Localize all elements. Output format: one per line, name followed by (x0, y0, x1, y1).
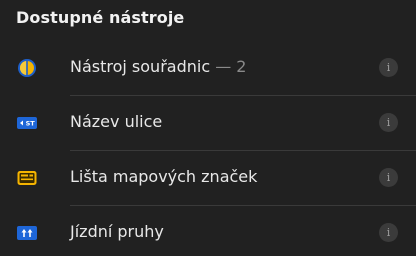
map-marker-bar-icon (17, 168, 37, 188)
tool-name: Nástroj souřadnic (70, 57, 211, 76)
tool-row-street-name[interactable]: ST Název ulice i (0, 95, 416, 150)
tool-list: Nástroj souřadnic — 2 i ST Název ulice i (0, 40, 416, 256)
coordinates-icon (17, 58, 37, 78)
street-name-icon: ST (17, 113, 37, 133)
tool-row-map-markers[interactable]: Lišta mapových značek i (0, 150, 416, 205)
tool-row-lanes[interactable]: Jízdní pruhy i (0, 205, 416, 256)
tool-label-coordinates: Nástroj souřadnic — 2 (70, 57, 246, 76)
available-tools-panel: Dostupné nástroje Nástroj souřadnic — 2 … (0, 0, 416, 256)
info-icon[interactable]: i (379, 113, 398, 132)
tool-label-map-markers: Lišta mapových značek (70, 167, 258, 186)
info-icon[interactable]: i (379, 223, 398, 242)
info-icon[interactable]: i (379, 58, 398, 77)
tool-label-street-name: Název ulice (70, 112, 163, 131)
section-title: Dostupné nástroje (16, 8, 185, 27)
street-badge-text: ST (26, 120, 36, 128)
lanes-icon (17, 223, 37, 243)
tool-row-coordinates[interactable]: Nástroj souřadnic — 2 i (0, 40, 416, 95)
tool-count: — 2 (210, 57, 247, 76)
tool-label-lanes: Jízdní pruhy (70, 222, 164, 241)
info-icon[interactable]: i (379, 168, 398, 187)
